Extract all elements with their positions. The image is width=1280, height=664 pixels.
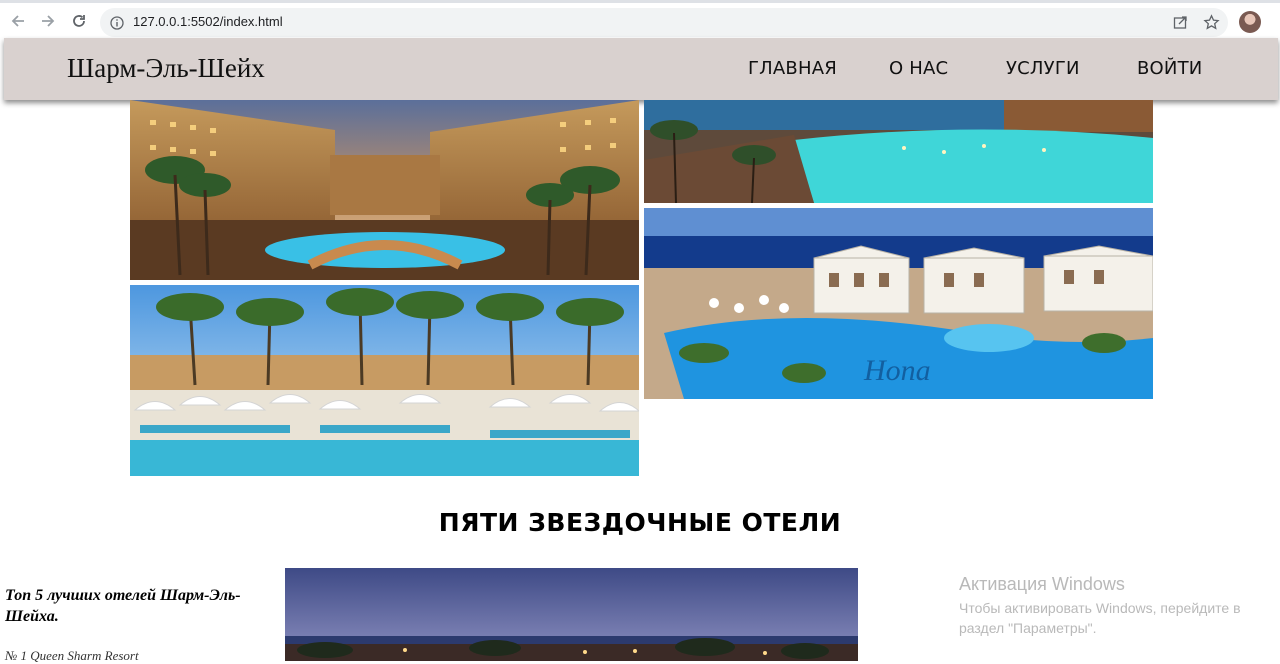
featured-hotel-photo <box>285 568 858 661</box>
forward-arrow-icon[interactable] <box>36 9 60 33</box>
nav-link-services[interactable]: УСЛУГИ <box>1006 58 1080 79</box>
back-arrow-icon[interactable] <box>6 9 30 33</box>
browser-toolbar: 127.0.0.1:5502/index.html <box>0 0 1280 38</box>
sidebar-title: Топ 5 лучших отелей Шарм-Эль-Шейха. <box>5 587 241 625</box>
windows-activation-text: Чтобы активировать Windows, перейдите в … <box>959 600 1241 636</box>
address-bar[interactable]: 127.0.0.1:5502/index.html <box>100 8 1228 37</box>
address-url[interactable]: 127.0.0.1:5502/index.html <box>133 14 283 29</box>
site-logo[interactable]: Шарм-Эль-Шейх <box>67 53 265 84</box>
nav-link-login[interactable]: ВОЙТИ <box>1137 58 1202 79</box>
beach-umbrellas-photo <box>130 285 639 476</box>
windows-activation-title: Активация Windows <box>959 574 1125 594</box>
pool-evening-photo <box>644 100 1153 203</box>
svg-text:Hona: Hona <box>863 354 931 387</box>
nav-link-home[interactable]: ГЛАВНАЯ <box>748 58 837 79</box>
nav-link-about[interactable]: О НАС <box>889 58 948 79</box>
share-icon[interactable] <box>1172 14 1189 31</box>
white-villas-pool-photo: Hona <box>644 208 1153 399</box>
sidebar-hotel-item[interactable]: № 1 Queen Sharm Resort <box>5 648 139 664</box>
star-icon[interactable] <box>1203 14 1220 31</box>
section-title: ПЯТИ ЗВЕЗДОЧНЫЕ ОТЕЛИ <box>438 508 842 537</box>
resort-night-photo <box>130 100 639 280</box>
profile-avatar[interactable] <box>1239 11 1261 33</box>
site-header: Шарм-Эль-Шейх ГЛАВНАЯ О НАС УСЛУГИ ВОЙТИ <box>4 38 1278 100</box>
info-icon[interactable] <box>110 15 124 30</box>
reload-icon[interactable] <box>67 9 91 33</box>
